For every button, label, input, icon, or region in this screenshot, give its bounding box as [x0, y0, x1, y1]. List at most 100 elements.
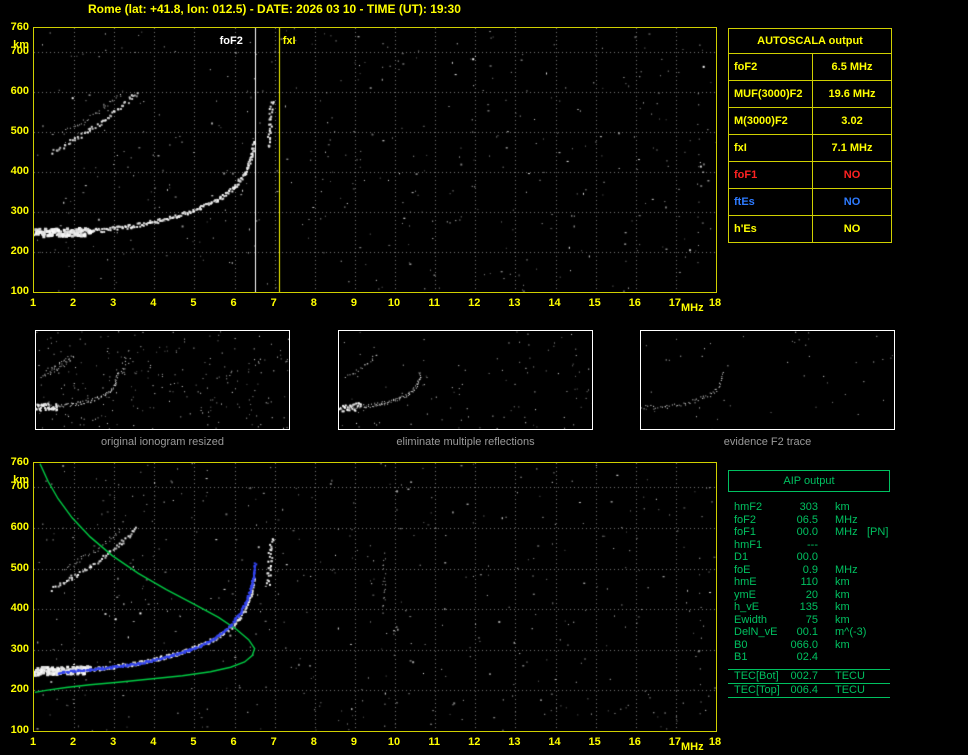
autoscala-row-value: 19.6 MHz	[828, 88, 876, 100]
bottom-plot-ytick-label: 200	[10, 683, 29, 696]
top-plot-ytick-label: 300	[10, 205, 29, 217]
aip-row-DelNvE: DelN_vE 00.1 m^(-3)	[728, 626, 890, 639]
autoscala-row-label: MUF(3000)F2	[729, 81, 813, 107]
aip-row-label: TEC[Top]	[734, 683, 780, 696]
thumbnail-caption-original: original ionogram resized	[101, 436, 224, 448]
bottom-plot-ytick-label: 760	[10, 456, 29, 468]
aip-row-unit	[818, 651, 863, 664]
aip-row-value: 02.4	[796, 651, 818, 663]
aip-row-value: 303	[799, 501, 818, 513]
autoscala-row-label: foF1	[729, 162, 813, 188]
aip-row-TECBot: TEC[Bot] 002.7 TECU	[728, 670, 890, 684]
aip-row-value: 110	[800, 576, 818, 588]
aip-row-unit: km	[835, 638, 850, 651]
aip-row-label: B0	[734, 638, 748, 651]
aip-row-note	[863, 539, 867, 552]
aip-row-unit: km	[835, 613, 850, 626]
autoscala-row-value: 7.1 MHz	[831, 142, 873, 154]
aip-row-value: 75	[805, 613, 818, 626]
aip-row-label: ymE	[734, 588, 756, 601]
thumbnail-original-ionogram	[35, 330, 290, 430]
aip-row-note	[863, 614, 867, 627]
bottom-plot-x-axis-unit: MHz	[681, 741, 704, 753]
autoscala-row-label: ftEs	[729, 189, 813, 215]
autoscala-output-table: AUTOSCALA output foF2 6.5 MHz MUF(3000)F2 1…	[728, 28, 892, 243]
aip-row-note	[863, 564, 867, 577]
bottom-plot-xtick-label: 3	[110, 736, 117, 748]
top-plot-xtick-label: 16	[628, 297, 641, 309]
aip-row-label: B1	[734, 651, 748, 663]
aip-row-label: DelN_vE	[734, 626, 778, 638]
top-plot-xtick-label: 2	[70, 297, 77, 309]
aip-row-hmE: hmE 110 km	[728, 576, 890, 589]
aip-row-label: foF2	[734, 513, 757, 526]
thumbnail-evidence-f2	[640, 330, 895, 430]
aip-row-note	[863, 670, 867, 683]
top-plot-xtick-label: 15	[588, 297, 601, 309]
aip-row-unit: MHz	[835, 513, 858, 526]
aip-row-unit: km	[835, 576, 850, 588]
autoscala-row-hEs: h'Es NO	[729, 216, 891, 242]
autoscala-row-MUF3000F2: MUF(3000)F2 19.6 MHz	[729, 81, 891, 108]
aip-row-hmF1: hmF1 ---	[728, 539, 890, 552]
autoscala-row-foF2: foF2 6.5 MHz	[729, 54, 891, 81]
aip-row-label: h_vE	[734, 601, 760, 613]
top-plot-ytick-label: 600	[10, 85, 29, 97]
aip-row-note	[863, 601, 867, 614]
bottom-plot-xtick-label: 2	[70, 736, 77, 748]
foF2-marker-label: foF2	[219, 35, 243, 47]
aip-row-note	[863, 514, 867, 527]
aip-row-label: foE	[734, 563, 751, 576]
top-plot-xtick-label: 3	[110, 297, 117, 309]
autoscala-table-rows: foF2 6.5 MHz MUF(3000)F2 19.6 MHz M(3000)F2 3…	[729, 54, 891, 242]
bottom-plot-xtick-label: 9	[350, 736, 357, 748]
top-plot-x-axis-unit: MHz	[681, 302, 704, 314]
aip-row-foF2: foF2 06.5 MHz	[728, 514, 890, 527]
aip-row-value: 066.0	[790, 638, 818, 651]
aip-tec-rows: TEC[Bot] 002.7 TECU TEC[Top] 006.4 TECU	[728, 668, 890, 698]
aip-row-unit: TECU	[835, 683, 865, 696]
bottom-plot-xtick-label: 12	[468, 736, 481, 748]
aip-row-value: 006.4	[790, 683, 818, 696]
autoscala-row-foF1: foF1 NO	[729, 162, 891, 189]
bottom-plot-xtick-label: 8	[310, 736, 317, 748]
top-plot-ytick-label: 500	[10, 125, 29, 137]
aip-row-value: ---	[807, 538, 818, 551]
autoscala-window: Rome (lat: +41.8, lon: 012.5) - DATE: 20…	[0, 0, 968, 755]
aip-row-foE: foE 0.9 MHz	[728, 564, 890, 577]
ionogram-plot-top	[33, 27, 717, 293]
autoscala-row-value: 3.02	[841, 115, 863, 127]
aip-row-value: 00.0	[796, 551, 818, 563]
aip-row-foF1: foF1 00.0 MHz [PN]	[728, 526, 890, 539]
aip-row-value: 002.7	[790, 669, 818, 682]
bottom-plot-ytick-label: 500	[10, 561, 29, 574]
top-plot-xtick-label: 6	[230, 297, 237, 309]
aip-row-unit: MHz	[835, 563, 858, 576]
bottom-plot-xtick-label: 15	[588, 736, 601, 748]
aip-row-value: 06.5	[796, 513, 818, 526]
top-plot-xtick-label: 8	[310, 297, 317, 309]
aip-row-unit: km	[835, 501, 850, 513]
autoscala-row-value: NO	[843, 223, 861, 235]
top-plot-xtick-label: 13	[508, 297, 521, 309]
aip-row-label: hmE	[734, 576, 757, 588]
aip-row-label: D1	[734, 551, 749, 563]
aip-row-note	[863, 576, 867, 589]
aip-row-label: hmF1	[734, 538, 763, 551]
aip-row-unit: MHz	[835, 526, 858, 538]
autoscala-row-label: h'Es	[729, 216, 813, 242]
aip-row-value: 0.9	[802, 563, 818, 576]
bottom-plot-xtick-label: 10	[387, 736, 401, 748]
window-title: Rome (lat: +41.8, lon: 012.5) - DATE: 20…	[88, 2, 461, 16]
bottom-plot-xtick-label: 5	[190, 736, 197, 748]
bottom-plot-xtick-label: 6	[230, 736, 237, 748]
aip-row-D1: D1 00.0	[728, 551, 890, 564]
aip-row-unit: km	[835, 601, 850, 613]
autoscala-row-label: M(3000)F2	[729, 108, 813, 134]
bottom-plot-xtick-label: 4	[150, 736, 157, 748]
top-plot-xtick-label: 14	[548, 297, 561, 309]
aip-row-Ewidth: Ewidth 75 km	[728, 614, 890, 627]
aip-row-hmF2: hmF2 303 km	[728, 501, 890, 514]
aip-row-value: 00.0	[796, 526, 818, 538]
aip-row-unit: TECU	[835, 669, 865, 682]
